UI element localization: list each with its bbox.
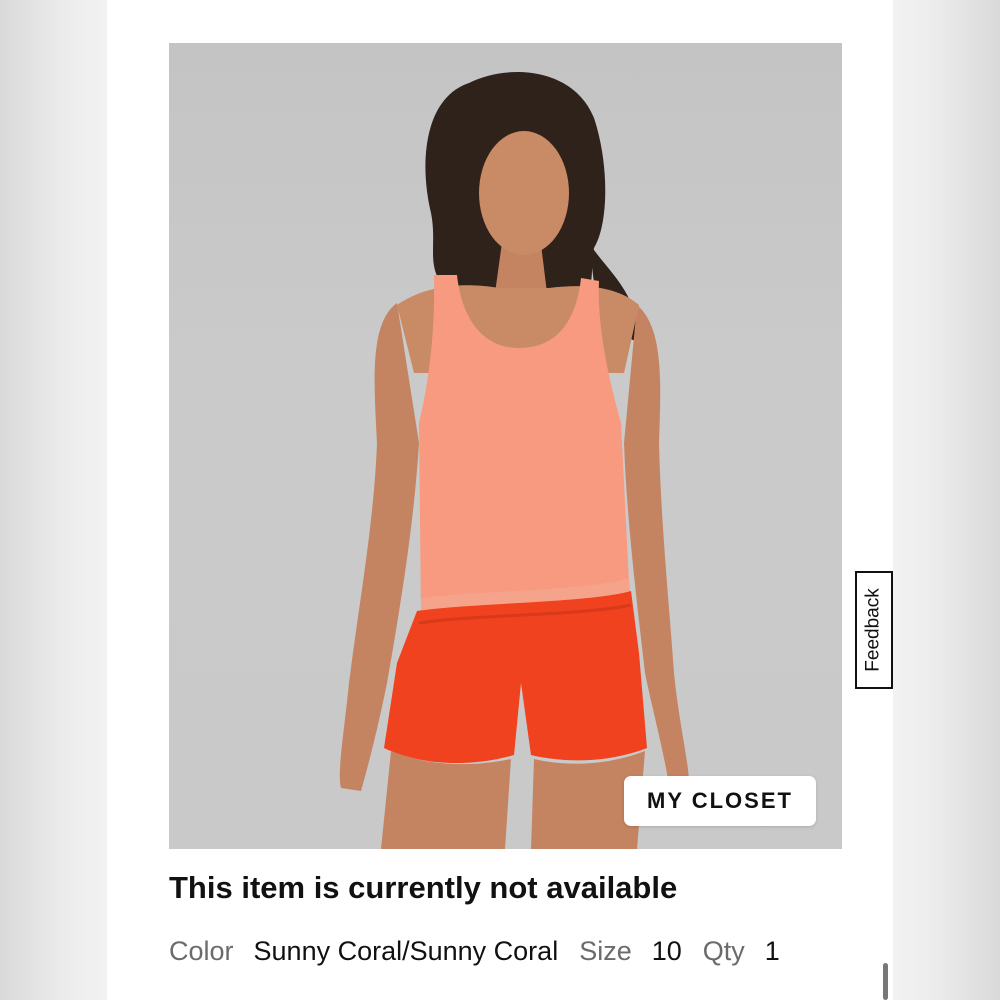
model-illustration xyxy=(339,72,689,849)
my-closet-button[interactable]: MY CLOSET xyxy=(624,776,816,826)
item-details: Color Sunny Coral/Sunny Coral Size 10 Qt… xyxy=(169,936,780,967)
product-image[interactable]: MY CLOSET xyxy=(169,43,842,849)
backdrop-right xyxy=(893,0,1000,1000)
color-label: Color xyxy=(169,936,234,966)
backdrop-left xyxy=(0,0,107,1000)
size-value: 10 xyxy=(651,936,682,966)
color-value: Sunny Coral/Sunny Coral xyxy=(253,936,559,966)
availability-status: This item is currently not available xyxy=(169,870,678,905)
qty-label: Qty xyxy=(702,936,745,966)
qty-value: 1 xyxy=(764,936,780,966)
size-label: Size xyxy=(579,936,632,966)
feedback-tab[interactable]: Feedback xyxy=(855,571,893,689)
scrollbar-thumb[interactable] xyxy=(883,963,888,1000)
app-screen: MY CLOSET Feedback This item is currentl… xyxy=(107,0,893,1000)
feedback-label: Feedback xyxy=(863,588,885,672)
